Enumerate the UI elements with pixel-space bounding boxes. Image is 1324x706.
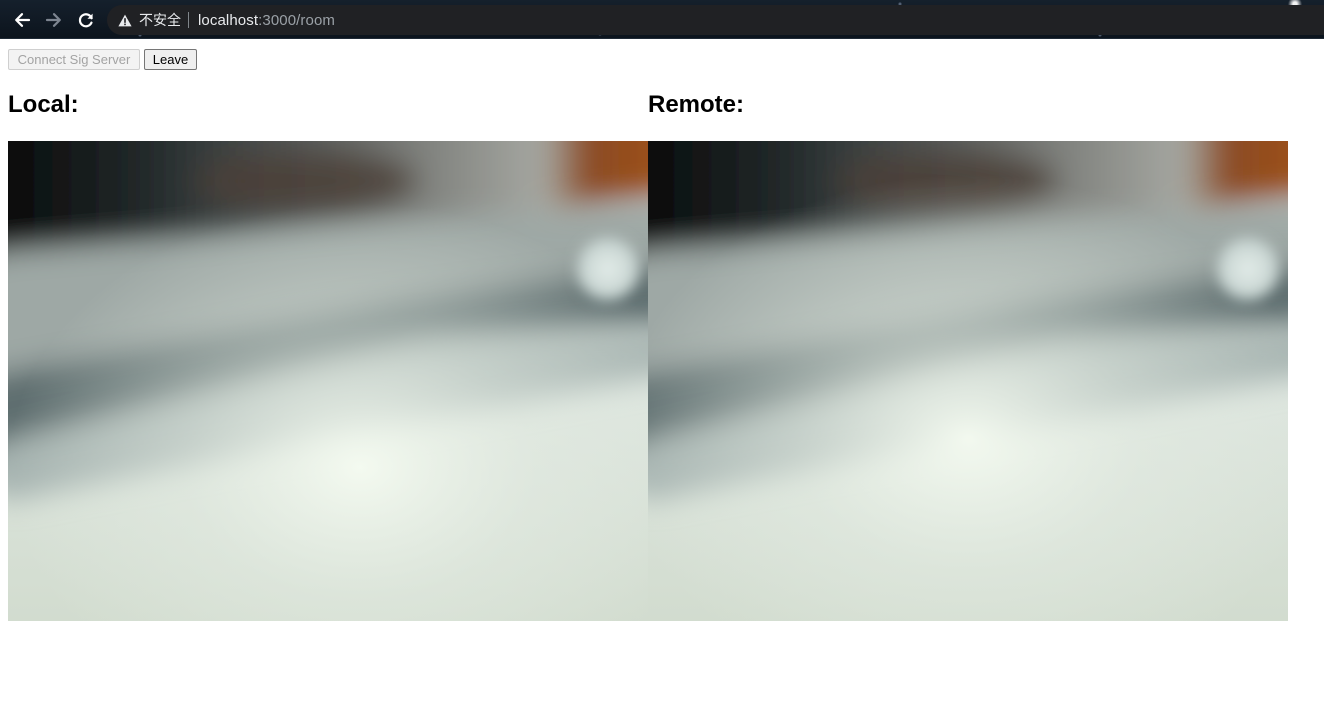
back-button[interactable] — [9, 7, 35, 33]
arrow-right-icon — [45, 13, 61, 27]
omnibox-divider — [188, 12, 189, 28]
browser-toolbar: 不安全 localhost:3000/room — [0, 0, 1324, 39]
local-heading: Local: — [8, 91, 79, 118]
url-host: localhost — [198, 11, 259, 29]
url-text[interactable]: localhost:3000/room — [198, 12, 335, 29]
address-bar[interactable]: 不安全 localhost:3000/room — [107, 5, 1324, 35]
reload-button[interactable] — [73, 7, 99, 33]
url-path: :3000/room — [258, 11, 335, 29]
connect-sig-server-button[interactable]: Connect Sig Server — [8, 49, 140, 70]
call-controls: Connect Sig Server Leave — [8, 49, 197, 70]
remote-video — [648, 141, 1288, 621]
remote-heading: Remote: — [648, 91, 745, 118]
local-video — [8, 141, 648, 621]
leave-button[interactable]: Leave — [144, 49, 197, 70]
security-status-label[interactable]: 不安全 — [139, 10, 181, 30]
forward-button[interactable] — [41, 7, 67, 33]
warning-triangle-icon[interactable] — [118, 13, 133, 28]
arrow-left-icon — [15, 13, 31, 27]
reload-icon — [78, 13, 93, 28]
